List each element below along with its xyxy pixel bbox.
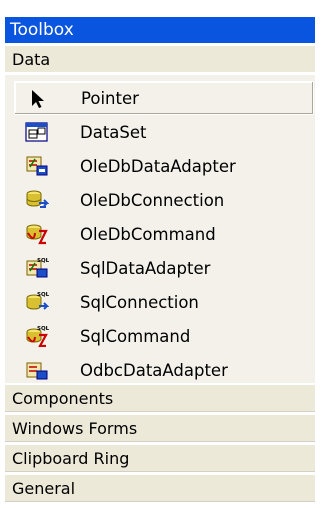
toolbox-panel: Toolbox Data Pointer DataSet OleDbDataAd… [0, 0, 323, 508]
toolbox-item-pointer[interactable]: Pointer [14, 81, 314, 115]
toolbox-item-dataset[interactable]: DataSet [5, 115, 315, 149]
toolbox-item-sql-command[interactable]: SQL SqlCommand [5, 319, 315, 353]
toolbox-item-sql-data-adapter[interactable]: SQL SqlDataAdapter [5, 251, 315, 285]
oledb-command-icon [26, 224, 48, 245]
toolbox-item-odbc-data-adapter[interactable]: OdbcDataAdapter [5, 353, 315, 383]
svg-text:SQL: SQL [37, 326, 49, 332]
toolbox-item-sql-connection[interactable]: SQL SqlConnection [5, 285, 315, 319]
toolbox-item-label: OdbcDataAdapter [80, 360, 228, 380]
svg-text:SQL: SQL [37, 292, 49, 298]
pointer-icon [32, 90, 44, 108]
section-clipboard-ring[interactable]: Clipboard Ring [5, 444, 315, 472]
oledb-data-adapter-icon [26, 156, 48, 176]
toolbox-item-label: SqlConnection [80, 292, 199, 312]
sql-command-icon: SQL [26, 326, 49, 347]
toolbox-item-label: DataSet [80, 122, 147, 142]
section-windows-forms[interactable]: Windows Forms [5, 414, 315, 442]
svg-text:SQL: SQL [37, 258, 49, 264]
odbc-data-adapter-icon [26, 362, 48, 380]
sql-data-adapter-icon: SQL [26, 258, 49, 278]
data-items-list: Pointer DataSet OleDbDataAdapter OleDbCo… [5, 75, 315, 383]
toolbox-item-label: SqlCommand [80, 326, 191, 346]
oledb-connection-icon [26, 190, 49, 208]
toolbox-title: Toolbox [5, 17, 315, 43]
toolbox-item-label: Pointer [81, 88, 139, 108]
section-general[interactable]: General [5, 474, 315, 502]
toolbox-item-oledb-command[interactable]: OleDbCommand [5, 217, 315, 251]
toolbox-item-label: OleDbDataAdapter [80, 156, 236, 176]
toolbox-item-label: OleDbConnection [80, 190, 225, 210]
toolbox-item-oledb-data-adapter[interactable]: OleDbDataAdapter [5, 149, 315, 183]
section-components[interactable]: Components [5, 384, 315, 412]
toolbox-item-label: SqlDataAdapter [80, 258, 211, 278]
toolbox-item-oledb-connection[interactable]: OleDbConnection [5, 183, 315, 217]
dataset-icon [25, 122, 48, 142]
sql-connection-icon: SQL [26, 292, 49, 310]
section-data[interactable]: Data [5, 45, 315, 73]
toolbox-item-label: OleDbCommand [80, 224, 216, 244]
